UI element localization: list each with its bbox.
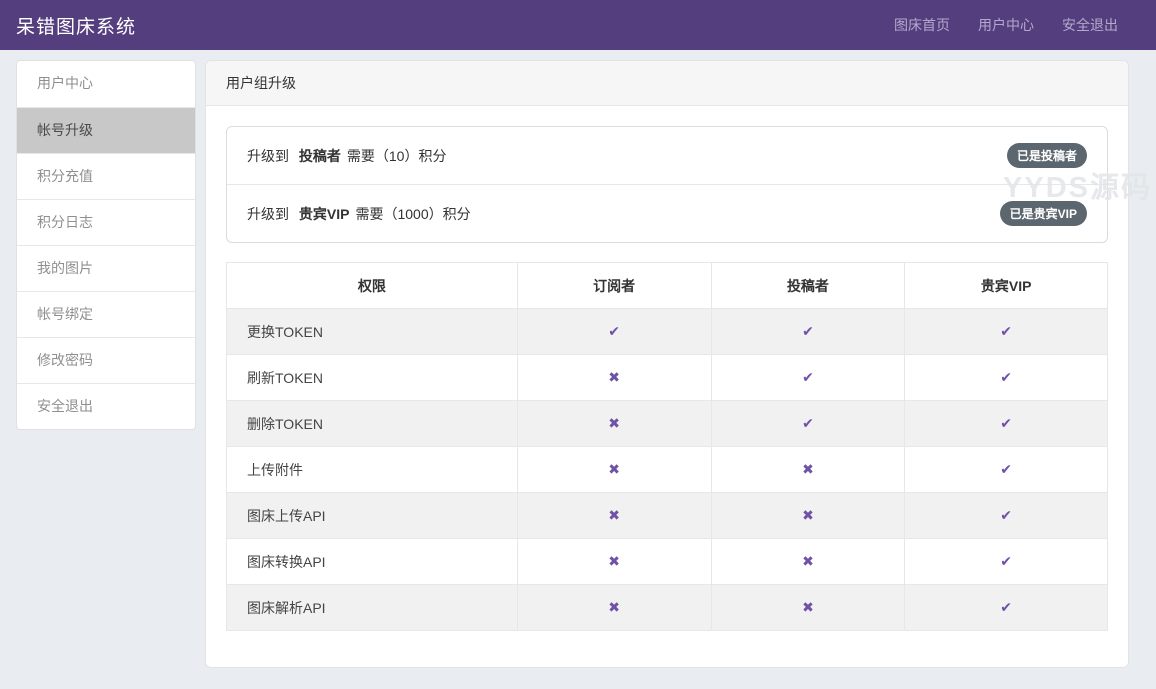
upgrade-suffix: 需要（10）积分 [347, 148, 447, 164]
permission-label: 上传附件 [227, 447, 518, 493]
panel-body: 升级到 投稿者需要（10）积分 已是投稿者升级到 贵宾VIP需要（1000）积分… [206, 106, 1128, 667]
check-icon: ✔ [1000, 553, 1012, 569]
nav-link-logout[interactable]: 安全退出 [1062, 15, 1118, 35]
check-icon: ✔ [1000, 461, 1012, 477]
permission-label: 刷新TOKEN [227, 355, 518, 401]
sidebar-item[interactable]: 帐号升级 [17, 107, 195, 153]
permission-cell: ✔ [905, 539, 1108, 585]
permission-cell: ✔ [711, 401, 905, 447]
permission-cell: ✔ [517, 309, 711, 355]
permission-cell: ✔ [711, 309, 905, 355]
cross-icon: ✖ [608, 369, 620, 385]
table-row: 图床上传API ✖ ✖ ✔ [227, 493, 1108, 539]
brand-title[interactable]: 呆错图床系统 [16, 12, 136, 39]
permission-cell: ✔ [905, 401, 1108, 447]
table-row: 刷新TOKEN ✖ ✔ ✔ [227, 355, 1108, 401]
permission-cell: ✖ [711, 539, 905, 585]
cross-icon: ✖ [802, 507, 814, 523]
check-icon: ✔ [1000, 323, 1012, 339]
cross-icon: ✖ [608, 553, 620, 569]
table-row: 图床转换API ✖ ✖ ✔ [227, 539, 1108, 585]
check-icon: ✔ [1000, 599, 1012, 615]
permission-cell: ✖ [517, 355, 711, 401]
table-header-row: 权限订阅者投稿者贵宾VIP [227, 263, 1108, 309]
upgrade-suffix: 需要（1000）积分 [355, 206, 470, 222]
permission-label: 删除TOKEN [227, 401, 518, 447]
table-header-cell: 订阅者 [517, 263, 711, 309]
permission-cell: ✖ [517, 493, 711, 539]
status-badge: 已是投稿者 [1007, 143, 1087, 168]
check-icon: ✔ [1000, 415, 1012, 431]
sidebar-item[interactable]: 我的图片 [17, 245, 195, 291]
main-panel: 用户组升级 升级到 投稿者需要（10）积分 已是投稿者升级到 贵宾VIP需要（1… [205, 60, 1129, 668]
upgrade-box: 升级到 投稿者需要（10）积分 已是投稿者升级到 贵宾VIP需要（1000）积分… [226, 126, 1108, 243]
permission-cell: ✖ [711, 447, 905, 493]
sidebar-item[interactable]: 帐号绑定 [17, 291, 195, 337]
upgrade-text: 升级到 贵宾VIP 需要（1000）积分 [247, 204, 471, 224]
upgrade-row: 升级到 投稿者需要（10）积分 已是投稿者 [227, 127, 1107, 184]
content-wrapper: 用户中心帐号升级积分充值积分日志我的图片帐号绑定修改密码安全退出 用户组升级 升… [0, 50, 1156, 689]
permission-cell: ✔ [905, 447, 1108, 493]
permission-cell: ✖ [711, 585, 905, 631]
permission-label: 图床上传API [227, 493, 518, 539]
permission-cell: ✔ [711, 355, 905, 401]
permission-cell: ✖ [517, 539, 711, 585]
permissions-table: 权限订阅者投稿者贵宾VIP 更换TOKEN✔✔✔刷新TOKEN✖✔✔删除TOKE… [226, 262, 1108, 631]
check-icon: ✔ [802, 415, 814, 431]
upgrade-row: 升级到 贵宾VIP 需要（1000）积分 已是贵宾VIP [227, 184, 1107, 242]
permission-cell: ✖ [517, 585, 711, 631]
sidebar-item[interactable]: 积分充值 [17, 153, 195, 199]
panel-title: 用户组升级 [206, 61, 1128, 106]
table-header-cell: 权限 [227, 263, 518, 309]
permission-cell: ✔ [905, 493, 1108, 539]
check-icon: ✔ [608, 323, 620, 339]
upgrade-text: 升级到 投稿者需要（10）积分 [247, 146, 446, 166]
permission-cell: ✔ [905, 355, 1108, 401]
table-row: 上传附件 ✖ ✖ ✔ [227, 447, 1108, 493]
table-row: 删除TOKEN ✖ ✔ ✔ [227, 401, 1108, 447]
check-icon: ✔ [802, 369, 814, 385]
nav-link-user-center[interactable]: 用户中心 [978, 15, 1034, 35]
permission-label: 图床转换API [227, 539, 518, 585]
table-row: 图床解析API ✖ ✖ ✔ [227, 585, 1108, 631]
permission-cell: ✖ [517, 447, 711, 493]
permission-label: 图床解析API [227, 585, 518, 631]
check-icon: ✔ [802, 323, 814, 339]
upgrade-group: 贵宾VIP [299, 206, 350, 222]
cross-icon: ✖ [802, 461, 814, 477]
table-header-cell: 投稿者 [711, 263, 905, 309]
cross-icon: ✖ [802, 553, 814, 569]
cross-icon: ✖ [802, 599, 814, 615]
top-nav-links: 图床首页 用户中心 安全退出 [894, 15, 1118, 35]
status-badge: 已是贵宾VIP [1000, 201, 1087, 226]
permission-cell: ✔ [905, 585, 1108, 631]
check-icon: ✔ [1000, 507, 1012, 523]
sidebar-item[interactable]: 积分日志 [17, 199, 195, 245]
upgrade-group: 投稿者 [299, 148, 341, 164]
permission-cell: ✔ [905, 309, 1108, 355]
cross-icon: ✖ [608, 415, 620, 431]
table-header-cell: 贵宾VIP [905, 263, 1108, 309]
table-row: 更换TOKEN ✔ ✔ ✔ [227, 309, 1108, 355]
cross-icon: ✖ [608, 507, 620, 523]
top-navbar: 呆错图床系统 图床首页 用户中心 安全退出 [0, 0, 1156, 50]
permission-cell: ✖ [517, 401, 711, 447]
sidebar-item[interactable]: 修改密码 [17, 337, 195, 383]
sidebar-item[interactable]: 用户中心 [17, 61, 195, 107]
sidebar-menu: 用户中心帐号升级积分充值积分日志我的图片帐号绑定修改密码安全退出 [16, 60, 196, 430]
sidebar-item[interactable]: 安全退出 [17, 383, 195, 429]
permission-label: 更换TOKEN [227, 309, 518, 355]
upgrade-prefix: 升级到 [247, 206, 289, 222]
nav-link-home[interactable]: 图床首页 [894, 15, 950, 35]
cross-icon: ✖ [608, 461, 620, 477]
cross-icon: ✖ [608, 599, 620, 615]
permission-cell: ✖ [711, 493, 905, 539]
upgrade-prefix: 升级到 [247, 148, 289, 164]
check-icon: ✔ [1000, 369, 1012, 385]
